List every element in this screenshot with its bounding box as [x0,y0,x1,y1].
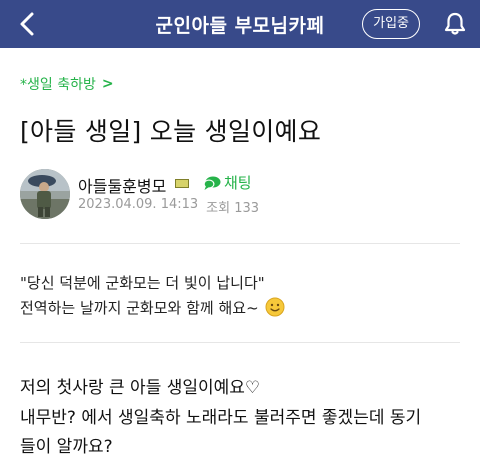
views-label: 조회 [206,201,231,216]
chevron-right-icon: > [101,76,114,92]
app-header: 군인아들 부모님카페 가입중 [0,0,480,48]
quote-line-2-text: 전역하는 날까지 군화모와 함께 해요~ [20,299,259,317]
view-count: 조회 133 [206,197,259,216]
quote-line-1: "당신 덕분에 군화모는 더 빛이 납니다" [20,274,265,292]
body-line-1: 저의 첫사랑 큰 아들 생일이예요♡ [20,378,261,398]
chat-label: 채팅 [224,174,252,192]
post-meta: 2023.04.09. 14:13 조회 133 [78,197,259,216]
body-line-3: 들이 알까요? [20,437,113,457]
views-value: 133 [234,201,260,216]
board-link[interactable]: *생일 축하방 > [20,74,114,94]
board-label: *생일 축하방 [20,77,96,93]
notification-button[interactable] [442,11,468,37]
author-name[interactable]: 아들둘훈병모 [78,173,166,197]
avatar[interactable] [20,169,70,219]
member-level-badge [175,179,189,188]
chat-bubble-icon [203,176,221,190]
body-line-2: 내무반? 에서 생일축하 노래라도 불러주면 좋겠는데 동기 [20,408,422,428]
avatar-photo [20,169,70,219]
quote-line-2: 전역하는 날까지 군화모와 함께 해요~ [20,297,285,318]
post-date: 2023.04.09. 14:13 [78,197,199,212]
chat-button[interactable]: 채팅 [203,172,252,193]
joined-button[interactable]: 가입중 [362,9,420,39]
smiley-icon [265,297,285,317]
post-title: [아들 생일] 오늘 생일이예요 [20,117,322,146]
quote-divider [20,342,460,343]
bell-icon [444,12,466,35]
header-divider [20,243,460,244]
